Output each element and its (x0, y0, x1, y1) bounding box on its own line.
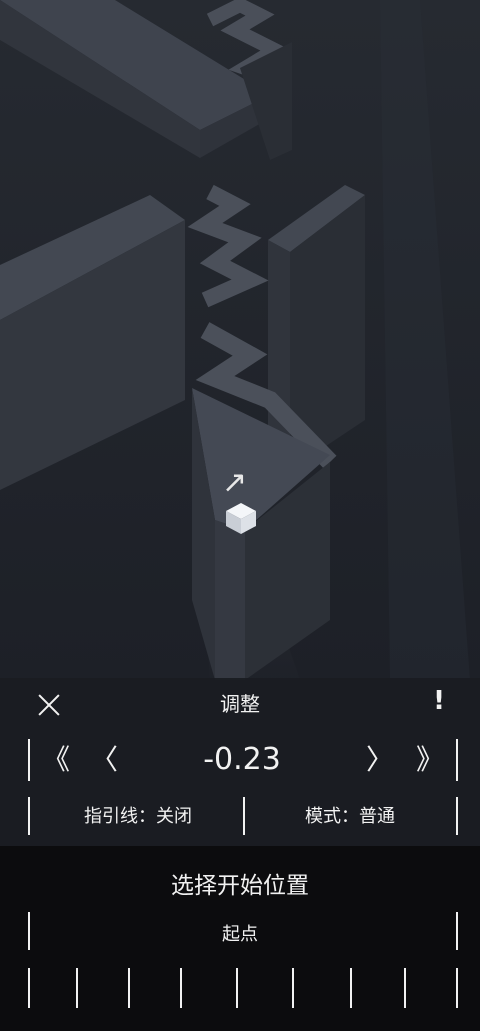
direction-arrow-icon: ↗ (222, 465, 247, 500)
offset-value: -0.23 (203, 742, 281, 777)
prev-button[interactable]: 〈 (84, 740, 124, 780)
next-button[interactable]: 〉 (360, 740, 400, 780)
first-button[interactable]: 《 (36, 740, 76, 780)
position-tick[interactable] (128, 968, 130, 1008)
game-scene: ↗ (0, 0, 480, 680)
divider (456, 797, 458, 835)
position-tick[interactable] (180, 968, 182, 1008)
info-button[interactable]: ! (424, 686, 454, 722)
divider (456, 739, 458, 781)
start-point-option[interactable]: 起点 (0, 920, 480, 946)
divider (243, 797, 245, 835)
position-tick[interactable] (28, 968, 30, 1008)
position-tick[interactable] (350, 968, 352, 1008)
divider (28, 739, 30, 781)
divider (456, 912, 458, 950)
position-tick[interactable] (456, 968, 458, 1008)
panel-title: 调整 (220, 692, 260, 716)
position-tick[interactable] (404, 968, 406, 1008)
guide-line-option[interactable]: 指引线：关闭 (40, 805, 236, 829)
position-tick[interactable] (292, 968, 294, 1008)
select-start-title: 选择开始位置 (171, 873, 309, 899)
last-button[interactable]: 》 (410, 740, 450, 780)
position-tick[interactable] (76, 968, 78, 1008)
mode-option[interactable]: 模式：普通 (252, 805, 448, 829)
wall-front (215, 520, 245, 680)
position-tick[interactable] (236, 968, 238, 1008)
divider (28, 797, 30, 835)
